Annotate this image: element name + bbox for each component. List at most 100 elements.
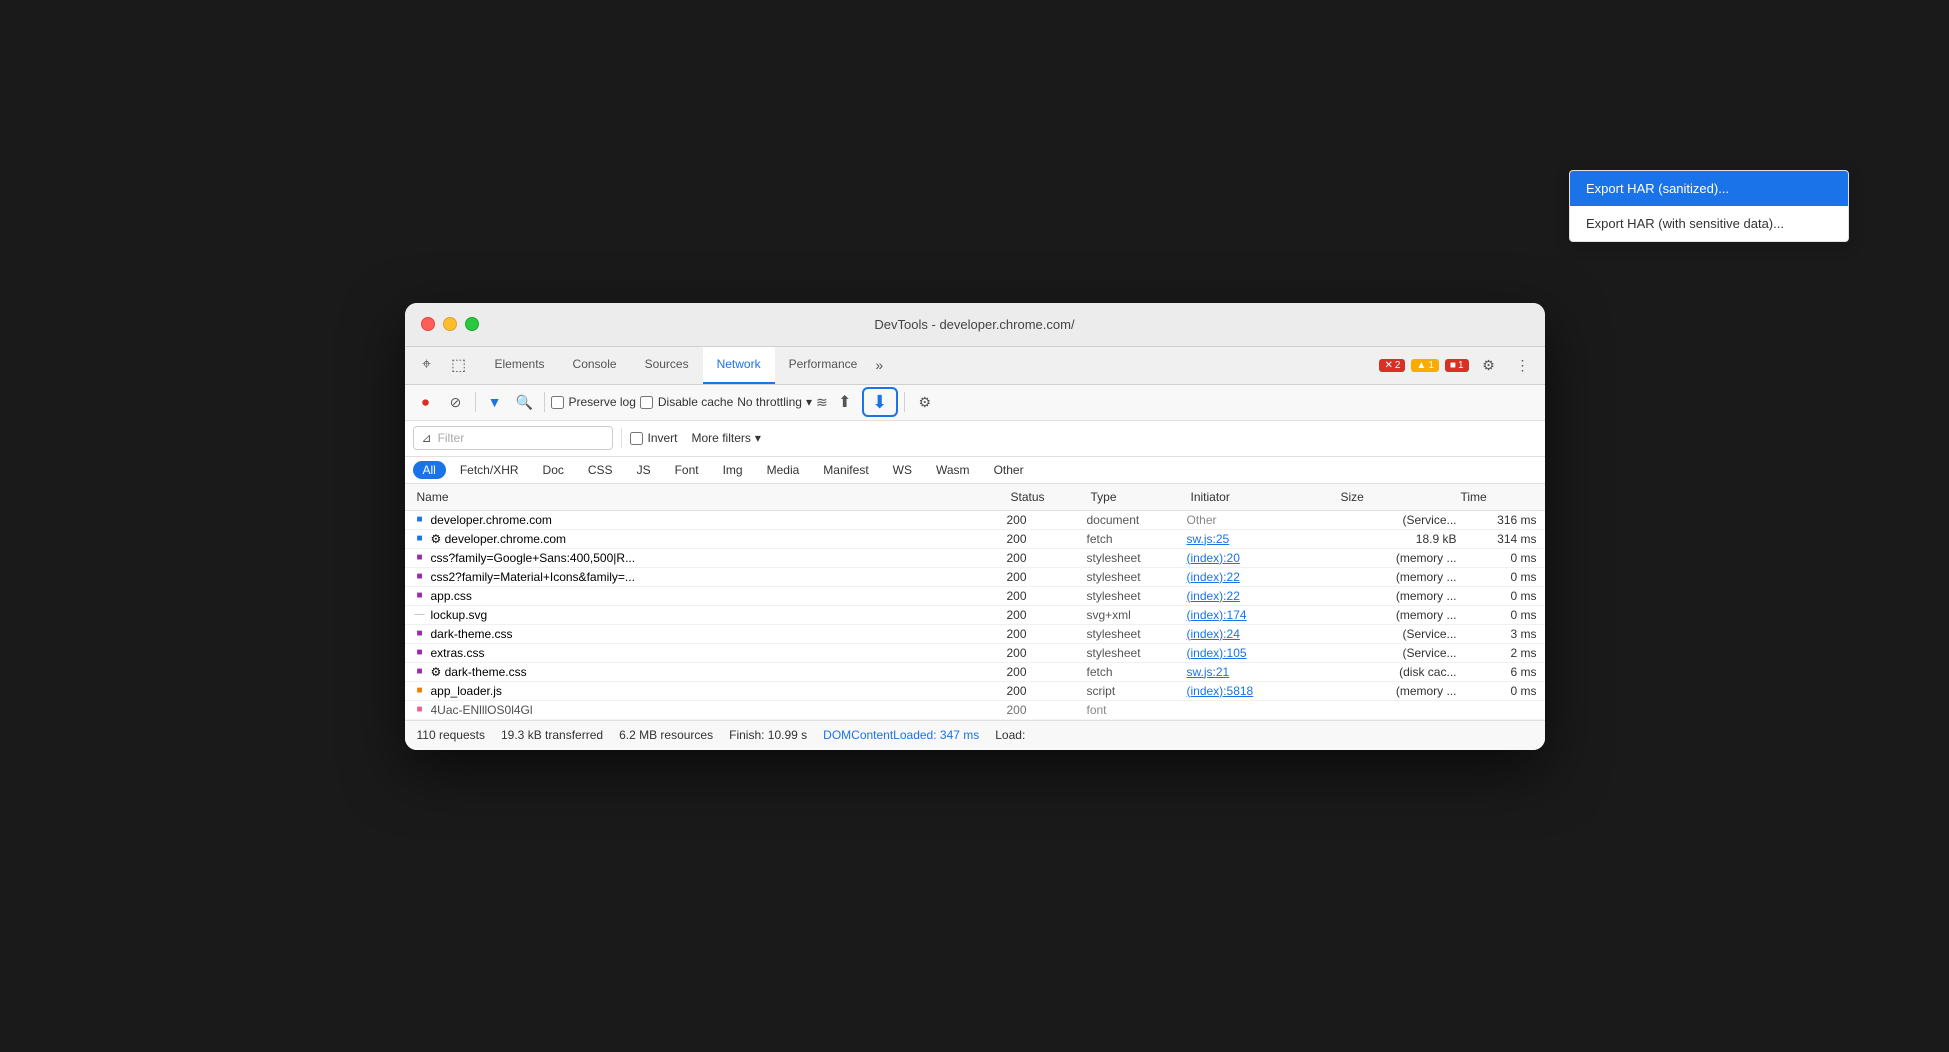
clear-button[interactable]: ⊘ — [443, 389, 469, 415]
record-stop-button[interactable]: ⏺ — [413, 389, 439, 415]
network-toolbar: ⏺ ⊘ ▼ 🔍 Preserve log Disable cache No th… — [405, 385, 1545, 421]
more-tabs-button[interactable]: » — [871, 355, 887, 375]
table-row[interactable]: ■ dark-theme.css 200 stylesheet (index):… — [405, 625, 1545, 644]
chevron-down-icon: ▾ — [755, 431, 761, 445]
chip-js[interactable]: JS — [627, 461, 661, 479]
filter-divider — [621, 428, 622, 448]
tab-icons: ⌖ ⬚ — [413, 351, 473, 379]
devtools-body: ⌖ ⬚ Elements Console Sources Network Per… — [405, 347, 1545, 750]
search-button[interactable]: 🔍 — [512, 389, 538, 415]
css-icon: ■ — [413, 570, 427, 584]
tab-performance[interactable]: Performance — [775, 346, 872, 384]
col-initiator: Initiator — [1187, 488, 1337, 506]
tabs-right: ✕ 2 ▲ 1 ■ 1 ⚙ ⋮ — [1379, 351, 1536, 379]
col-size: Size — [1337, 488, 1457, 506]
disable-cache-label[interactable]: Disable cache — [640, 395, 733, 409]
devtools-window: DevTools - developer.chrome.com/ ⌖ ⬚ Ele… — [405, 303, 1545, 750]
table-row[interactable]: ■ app.css 200 stylesheet (index):22 (mem… — [405, 587, 1545, 606]
filter-bar: ⊿ Filter Invert More filters ▾ — [405, 421, 1545, 457]
window-title: DevTools - developer.chrome.com/ — [874, 317, 1074, 332]
filter-button[interactable]: ▼ — [482, 389, 508, 415]
css-icon: ■ — [413, 665, 427, 679]
chip-ws[interactable]: WS — [883, 461, 922, 479]
title-bar: DevTools - developer.chrome.com/ — [405, 303, 1545, 347]
table-row[interactable]: ■ ⚙ dark-theme.css 200 fetch sw.js:21 (d… — [405, 663, 1545, 682]
tab-console[interactable]: Console — [559, 346, 631, 384]
chip-all[interactable]: All — [413, 461, 446, 479]
minimize-button[interactable] — [443, 317, 457, 331]
chip-css[interactable]: CSS — [578, 461, 623, 479]
table-row[interactable]: ■ 4Uac-ENlllOS0l4Gl 200 font — [405, 701, 1545, 720]
more-options-button[interactable]: ⋮ — [1509, 351, 1537, 379]
chip-fetch-xhr[interactable]: Fetch/XHR — [450, 461, 529, 479]
font-icon: ■ — [413, 703, 427, 717]
table-header: Name Status Type Initiator Size Time — [405, 484, 1545, 511]
table-row[interactable]: ■ css?family=Google+Sans:400,500|R... 20… — [405, 549, 1545, 568]
error-badge: ✕ 2 — [1379, 359, 1405, 372]
wifi-icon: ≋ — [816, 394, 828, 411]
maximize-button[interactable] — [465, 317, 479, 331]
throttle-select[interactable]: No throttling ▾ — [737, 395, 812, 409]
disable-cache-checkbox[interactable] — [640, 396, 653, 409]
inspector-icon-button[interactable]: ⬚ — [445, 351, 473, 379]
more-filters-button[interactable]: More filters ▾ — [686, 429, 767, 447]
invert-checkbox[interactable] — [630, 432, 643, 445]
status-bar: 110 requests 19.3 kB transferred 6.2 MB … — [405, 720, 1545, 750]
table-row[interactable]: — lockup.svg 200 svg+xml (index):174 (me… — [405, 606, 1545, 625]
chip-img[interactable]: Img — [713, 461, 753, 479]
table-row[interactable]: ■ developer.chrome.com 200 document Othe… — [405, 511, 1545, 530]
traffic-lights — [421, 317, 479, 331]
chip-doc[interactable]: Doc — [533, 461, 574, 479]
name-cell: ■ extras.css — [413, 646, 1007, 660]
resources-size: 6.2 MB resources — [619, 728, 713, 742]
toolbar-divider-2 — [544, 392, 545, 412]
transferred-size: 19.3 kB transferred — [501, 728, 603, 742]
close-button[interactable] — [421, 317, 435, 331]
settings-button[interactable]: ⚙ — [1475, 351, 1503, 379]
name-cell: ■ ⚙ dark-theme.css — [413, 665, 1007, 679]
toolbar-divider-3 — [904, 392, 905, 412]
css-icon: ■ — [413, 646, 427, 660]
domcontentloaded-time: DOMContentLoaded: 347 ms — [823, 728, 979, 742]
cursor-icon-button[interactable]: ⌖ — [413, 351, 441, 379]
chip-font[interactable]: Font — [665, 461, 709, 479]
upload-button[interactable]: ⬆ — [832, 389, 858, 415]
network-settings-button[interactable]: ⚙ — [911, 388, 939, 416]
info-square-icon: ■ — [1450, 360, 1456, 371]
doc-icon: ■ — [413, 513, 427, 527]
preserve-log-checkbox[interactable] — [551, 396, 564, 409]
invert-label[interactable]: Invert — [630, 431, 678, 445]
tab-network[interactable]: Network — [703, 346, 775, 384]
table-row[interactable]: ■ css2?family=Material+Icons&family=... … — [405, 568, 1545, 587]
download-icon: ⬇ — [872, 392, 887, 413]
filter-funnel-icon: ⊿ — [422, 431, 432, 445]
chip-other[interactable]: Other — [984, 461, 1034, 479]
preserve-log-label[interactable]: Preserve log — [551, 395, 636, 409]
chip-wasm[interactable]: Wasm — [926, 461, 980, 479]
css-icon: ■ — [413, 627, 427, 641]
tabs-bar: ⌖ ⬚ Elements Console Sources Network Per… — [405, 347, 1545, 385]
name-cell: ■ css?family=Google+Sans:400,500|R... — [413, 551, 1007, 565]
tab-elements[interactable]: Elements — [481, 346, 559, 384]
col-time: Time — [1457, 488, 1537, 506]
table-row[interactable]: ■ app_loader.js 200 script (index):5818 … — [405, 682, 1545, 701]
info-badge: ■ 1 — [1445, 359, 1469, 372]
name-cell: — lockup.svg — [413, 608, 1007, 622]
name-cell: ■ developer.chrome.com — [413, 513, 1007, 527]
chip-manifest[interactable]: Manifest — [813, 461, 878, 479]
warn-triangle-icon: ▲ — [1416, 360, 1426, 371]
chevron-down-icon: ▾ — [806, 395, 812, 409]
export-button-container: ⬇ — [862, 387, 898, 417]
load-time: Load: — [995, 728, 1025, 742]
table-row[interactable]: ■ extras.css 200 stylesheet (index):105 … — [405, 644, 1545, 663]
type-filter-bar: All Fetch/XHR Doc CSS JS Font Img Media … — [405, 457, 1545, 484]
filter-input-container: ⊿ Filter — [413, 426, 613, 450]
chip-media[interactable]: Media — [757, 461, 810, 479]
tabs-container: Elements Console Sources Network Perform… — [481, 346, 1380, 384]
table-row[interactable]: ■ ⚙ developer.chrome.com 200 fetch sw.js… — [405, 530, 1545, 549]
tab-sources[interactable]: Sources — [631, 346, 703, 384]
export-har-button[interactable]: ⬇ — [862, 387, 898, 417]
warn-badge: ▲ 1 — [1411, 359, 1438, 372]
name-cell: ■ app.css — [413, 589, 1007, 603]
col-status: Status — [1007, 488, 1087, 506]
